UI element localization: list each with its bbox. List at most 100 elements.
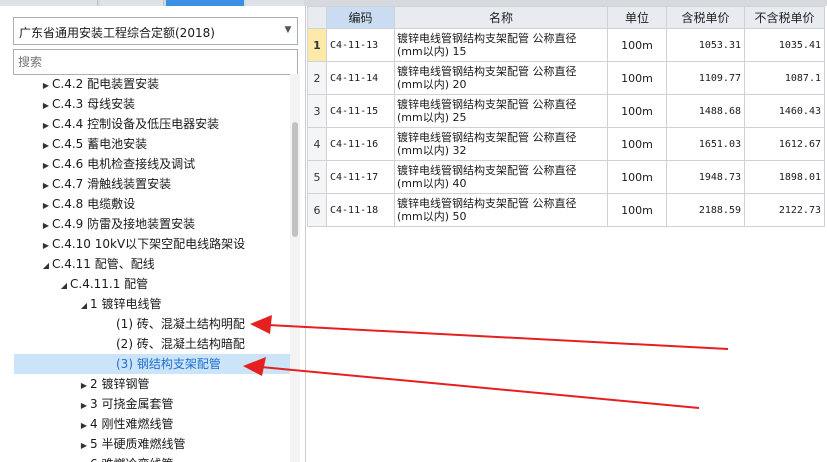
header-tax-price[interactable]: 含税单价 xyxy=(666,6,745,29)
notax-price-cell[interactable]: 2122.73 xyxy=(744,193,825,227)
tree-item-label: (3) 钢结构支架配管 xyxy=(116,357,221,371)
expand-icon[interactable]: ▶ xyxy=(40,236,52,256)
tree-item[interactable]: ▶ C.4.10 10kV以下架空配电线路架设 xyxy=(0,234,245,254)
tax-price-cell[interactable]: 1109.77 xyxy=(666,61,745,95)
expand-icon[interactable]: ▶ xyxy=(40,216,52,236)
tree-item[interactable]: ▶ C.4.2 配电装置安装 xyxy=(0,74,159,94)
tree-item[interactable]: ▶ 3 可挠金属套管 xyxy=(0,394,174,416)
row-number-cell[interactable]: 2 xyxy=(307,61,327,95)
expand-icon[interactable]: ▶ xyxy=(78,456,90,462)
unit-cell[interactable]: 100m xyxy=(607,193,667,227)
table-row[interactable]: 2 C4-11-14 镀锌电线管钢结构支架配管 公称直径 (mm以内) 20 100m 1… xyxy=(307,61,825,95)
tree-item-label: 6 难燃冷弯线管 xyxy=(90,457,173,462)
notax-price-cell[interactable]: 1460.43 xyxy=(744,94,825,128)
tree-item[interactable]: ◢ C.4.11.1 配管 xyxy=(0,274,148,294)
tree-item[interactable]: ▶6 难燃冷弯线管 xyxy=(0,454,174,462)
tree-item-label: C.4.11 配管、配线 xyxy=(52,257,155,271)
quota-library-select[interactable]: 广东省通用安装工程综合定额(2018) ▼ xyxy=(13,17,298,45)
unit-cell[interactable]: 100m xyxy=(607,127,667,161)
table-row[interactable]: 3 C4-11-15 镀锌电线管钢结构支架配管 公称直径 (mm以内) 25 100m 1… xyxy=(307,94,825,128)
tree-item[interactable]: (3) 钢结构支架配管 xyxy=(14,354,290,374)
code-cell[interactable]: C4-11-15 xyxy=(326,94,395,128)
expand-icon[interactable]: ▶ xyxy=(40,116,52,136)
code-cell[interactable]: C4-11-13 xyxy=(326,28,395,62)
unit-cell[interactable]: 100m xyxy=(607,160,667,194)
notax-price-cell[interactable]: 1035.41 xyxy=(744,28,825,62)
header-name[interactable]: 名称 xyxy=(394,6,608,29)
tree-item-label: C.4.7 滑触线装置安装 xyxy=(52,177,172,191)
table-row[interactable]: 1 C4-11-13 镀锌电线管钢结构支架配管 公称直径 (mm以内) 15 100m 1… xyxy=(307,28,825,62)
tree-item[interactable]: ◢ 1 镀锌电线管 xyxy=(0,294,162,316)
tree-item[interactable]: ▶ C.4.3 母线安装 xyxy=(0,94,135,114)
code-cell[interactable]: C4-11-16 xyxy=(326,127,395,161)
scrollbar-thumb[interactable] xyxy=(292,122,298,237)
name-cell[interactable]: 镀锌电线管钢结构支架配管 公称直径 (mm以内) 40 xyxy=(394,160,608,194)
expand-icon[interactable]: ▶ xyxy=(40,96,52,116)
name-cell[interactable]: 镀锌电线管钢结构支架配管 公称直径 (mm以内) 25 xyxy=(394,94,608,128)
tree-item[interactable]: ▶ C.4.5 蓄电池安装 xyxy=(0,134,147,154)
tree-item[interactable]: ▶ C.4.6 电机检查接线及调试 xyxy=(0,154,195,174)
table-row[interactable]: 4 C4-11-16 镀锌电线管钢结构支架配管 公称直径 (mm以内) 32 100m 1… xyxy=(307,127,825,161)
tree-item[interactable]: ▶ 4 刚性难燃线管 xyxy=(0,414,174,436)
name-cell[interactable]: 镀锌电线管钢结构支架配管 公称直径 (mm以内) 50 xyxy=(394,193,608,227)
tree-item[interactable]: ▶ C.4.8 电缆敷设 xyxy=(0,194,135,214)
header-code[interactable]: 编码 xyxy=(326,6,395,29)
tree-item-label: C.4.5 蓄电池安装 xyxy=(52,137,148,151)
tree-item-label: 2 镀锌钢管 xyxy=(90,377,150,391)
expand-icon[interactable]: ▶ xyxy=(78,376,90,396)
tree-item[interactable]: ▶ 5 半硬质难燃线管 xyxy=(0,434,186,456)
tree-item[interactable]: (1) 砖、混凝土结构明配 xyxy=(0,314,245,334)
table-row[interactable]: 6 C4-11-18 镀锌电线管钢结构支架配管 公称直径 (mm以内) 50 100m 2… xyxy=(307,193,825,227)
row-number-cell[interactable]: 4 xyxy=(307,127,327,161)
tax-price-cell[interactable]: 1651.03 xyxy=(666,127,745,161)
tree-item[interactable]: ▶ 2 镀锌钢管 xyxy=(0,374,150,396)
search-box[interactable] xyxy=(13,49,298,75)
tax-price-cell[interactable]: 1948.73 xyxy=(666,160,745,194)
header-unit[interactable]: 单位 xyxy=(607,6,667,29)
collapse-icon[interactable]: ◢ xyxy=(78,296,90,316)
unit-cell[interactable]: 100m xyxy=(607,61,667,95)
tree-item-label: C.4.4 控制设备及低压电器安装 xyxy=(52,117,220,131)
name-cell[interactable]: 镀锌电线管钢结构支架配管 公称直径 (mm以内) 32 xyxy=(394,127,608,161)
notax-price-cell[interactable]: 1087.1 xyxy=(744,61,825,95)
tree-item[interactable]: ▶ C.4.4 控制设备及低压电器安装 xyxy=(0,114,219,134)
tree-item-label: C.4.10 10kV以下架空配电线路架设 xyxy=(52,237,246,251)
table-row[interactable]: 5 C4-11-17 镀锌电线管钢结构支架配管 公称直径 (mm以内) 40 100m 1… xyxy=(307,160,825,194)
tree-item[interactable]: ◢ C.4.11 配管、配线 xyxy=(0,254,155,274)
collapse-icon[interactable]: ◢ xyxy=(58,276,70,296)
unit-cell[interactable]: 100m xyxy=(607,28,667,62)
code-cell[interactable]: C4-11-17 xyxy=(326,160,395,194)
expand-icon[interactable]: ▶ xyxy=(40,136,52,156)
search-input[interactable] xyxy=(14,50,297,74)
expand-icon[interactable]: ▶ xyxy=(78,436,90,456)
expand-icon[interactable]: ▶ xyxy=(40,196,52,216)
row-number-cell[interactable]: 6 xyxy=(307,193,327,227)
expand-icon[interactable]: ▶ xyxy=(40,76,52,96)
row-number-cell[interactable]: 5 xyxy=(307,160,327,194)
chevron-down-icon[interactable]: ▼ xyxy=(282,23,294,37)
tax-price-cell[interactable]: 1053.31 xyxy=(666,28,745,62)
row-number-cell[interactable]: 1 xyxy=(307,28,327,62)
expand-icon[interactable]: ▶ xyxy=(78,416,90,436)
collapse-icon[interactable]: ◢ xyxy=(40,256,52,276)
expand-icon[interactable]: ▶ xyxy=(40,156,52,176)
unit-cell[interactable]: 100m xyxy=(607,94,667,128)
tree-item-label: 1 镀锌电线管 xyxy=(90,297,162,311)
tree-scrollbar[interactable] xyxy=(290,74,300,462)
code-cell[interactable]: C4-11-14 xyxy=(326,61,395,95)
tree-item[interactable]: (2) 砖、混凝土结构暗配 xyxy=(0,334,245,354)
notax-price-cell[interactable]: 1612.67 xyxy=(744,127,825,161)
notax-price-cell[interactable]: 1898.01 xyxy=(744,160,825,194)
header-notax-price[interactable]: 不含税单价 xyxy=(744,6,825,29)
row-number-cell[interactable]: 3 xyxy=(307,94,327,128)
tax-price-cell[interactable]: 2188.59 xyxy=(666,193,745,227)
expand-icon[interactable]: ▶ xyxy=(78,396,90,416)
grid-header-row: 编码 名称 单位 含税单价 不含税单价 xyxy=(307,6,825,29)
tax-price-cell[interactable]: 1488.68 xyxy=(666,94,745,128)
code-cell[interactable]: C4-11-18 xyxy=(326,193,395,227)
name-cell[interactable]: 镀锌电线管钢结构支架配管 公称直径 (mm以内) 15 xyxy=(394,28,608,62)
tree-item[interactable]: ▶ C.4.9 防雷及接地装置安装 xyxy=(0,214,195,234)
expand-icon[interactable]: ▶ xyxy=(40,176,52,196)
tree-item[interactable]: ▶ C.4.7 滑触线装置安装 xyxy=(0,174,171,194)
name-cell[interactable]: 镀锌电线管钢结构支架配管 公称直径 (mm以内) 20 xyxy=(394,61,608,95)
